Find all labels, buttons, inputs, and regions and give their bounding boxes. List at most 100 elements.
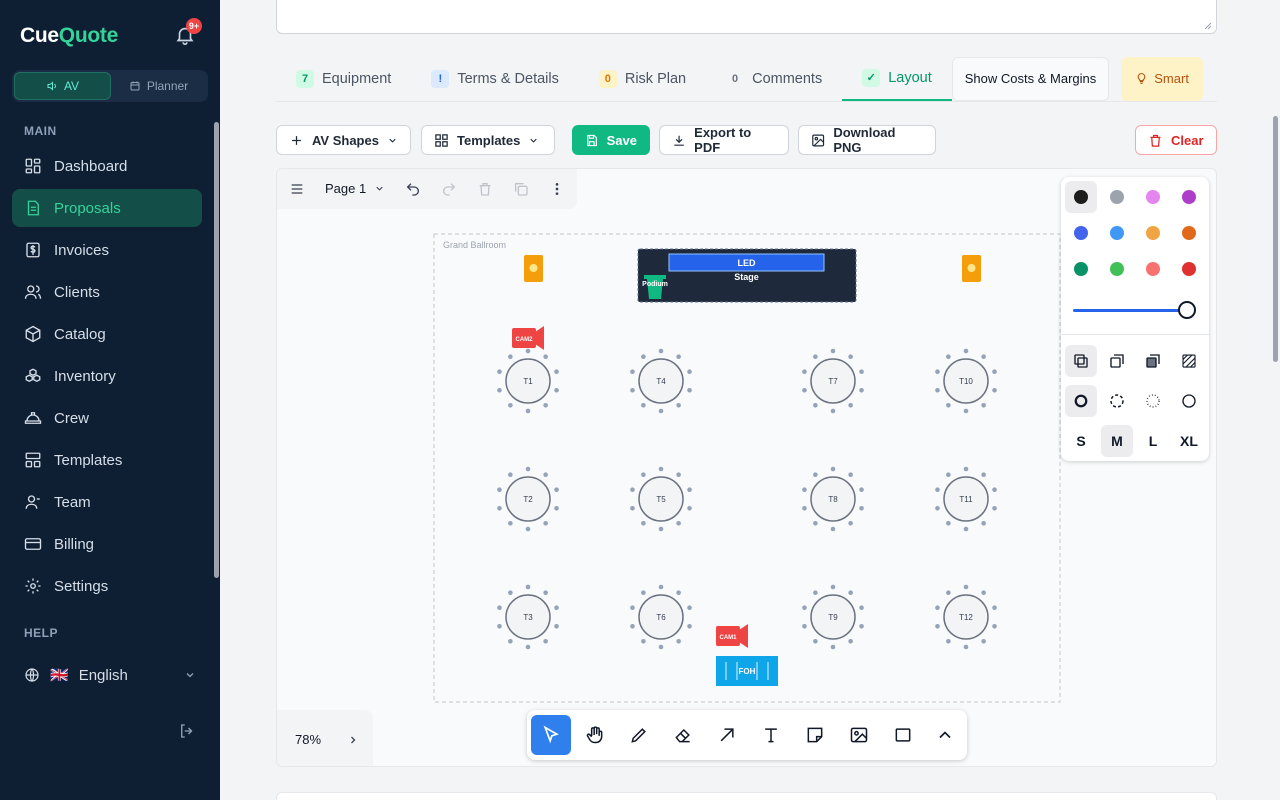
chair[interactable] [981,520,986,526]
chair[interactable] [508,472,513,478]
chair[interactable] [830,466,836,472]
chair[interactable] [554,623,559,629]
chair[interactable] [641,402,646,408]
hand-tool[interactable] [575,715,615,755]
round-table[interactable]: T11 [935,466,997,532]
chair[interactable] [497,387,502,393]
fill-none-button[interactable] [1065,345,1097,377]
chair[interactable] [641,354,646,360]
resize-handle-icon[interactable] [1204,22,1212,30]
chair[interactable] [859,487,864,493]
chair[interactable] [525,644,531,650]
chair[interactable] [658,644,664,650]
chair[interactable] [992,487,997,493]
notes-textarea[interactable] [276,0,1217,34]
chair[interactable] [676,520,681,526]
round-table[interactable]: T7 [802,348,864,414]
chair[interactable] [992,623,997,629]
chair[interactable] [946,402,951,408]
chair[interactable] [935,369,940,375]
sidebar-item-clients[interactable]: Clients [12,273,202,311]
arrow-tool[interactable] [707,715,747,755]
size-m-button[interactable]: M [1101,425,1133,457]
chair[interactable] [630,623,635,629]
chair[interactable] [630,505,635,511]
sidebar-item-settings[interactable]: Settings [12,567,202,605]
light-fixture-right[interactable] [962,255,981,282]
chair[interactable] [802,605,807,611]
light-fixture-left[interactable] [524,255,543,282]
templates-button[interactable]: Templates [421,125,555,155]
app-logo[interactable]: CueQuote [20,24,118,48]
round-table[interactable]: T3 [497,584,559,650]
rectangle-tool[interactable] [883,715,923,755]
chair[interactable] [830,348,836,354]
chair[interactable] [981,638,986,644]
round-table[interactable]: T8 [802,466,864,532]
chair[interactable] [802,369,807,375]
stage[interactable]: LED Stage Podium [637,248,857,303]
chair[interactable] [935,605,940,611]
layout-canvas[interactable]: Grand Ballroom LED Stage Podium CAM2 CAM… [276,168,1217,767]
chair[interactable] [525,408,531,414]
chair[interactable] [963,644,969,650]
av-shapes-button[interactable]: AV Shapes [276,125,411,155]
image-tool[interactable] [839,715,879,755]
chair[interactable] [687,387,692,393]
chair[interactable] [981,472,986,478]
chair[interactable] [992,605,997,611]
color-swatch[interactable] [1101,253,1133,285]
chair[interactable] [658,348,664,354]
round-table[interactable]: T12 [935,584,997,650]
mode-av-button[interactable]: AV [14,72,111,100]
chair[interactable] [813,590,818,596]
chair[interactable] [641,472,646,478]
chair[interactable] [630,387,635,393]
chair[interactable] [859,505,864,511]
eraser-tool[interactable] [663,715,703,755]
color-swatch[interactable] [1065,217,1097,249]
camera-cam1[interactable]: CAM1 [716,624,748,648]
chair[interactable] [830,584,836,590]
round-table[interactable]: T10 [935,348,997,414]
chair[interactable] [963,466,969,472]
pencil-tool[interactable] [619,715,659,755]
chair[interactable] [687,369,692,375]
color-swatch[interactable] [1065,181,1097,213]
chair[interactable] [981,354,986,360]
chair[interactable] [935,487,940,493]
chair[interactable] [830,408,836,414]
clear-button[interactable]: Clear [1135,125,1217,155]
round-table[interactable]: T2 [497,466,559,532]
chair[interactable] [630,605,635,611]
duplicate-icon[interactable] [513,181,529,197]
chair[interactable] [813,402,818,408]
chair[interactable] [813,354,818,360]
size-l-button[interactable]: L [1137,425,1169,457]
chair[interactable] [508,520,513,526]
size-s-button[interactable]: S [1065,425,1097,457]
tab-layout[interactable]: ✓ Layout [842,56,952,101]
chair[interactable] [525,584,531,590]
menu-icon[interactable] [289,181,305,197]
more-tools-button[interactable] [925,715,965,755]
tab-comments[interactable]: 0 Comments [706,56,842,101]
chair[interactable] [981,590,986,596]
sidebar-scrollbar[interactable] [214,122,219,578]
chair[interactable] [543,520,548,526]
chair[interactable] [641,520,646,526]
chair[interactable] [992,369,997,375]
chair[interactable] [676,402,681,408]
chair[interactable] [554,387,559,393]
sidebar-item-proposals[interactable]: Proposals [12,189,202,227]
chair[interactable] [497,369,502,375]
round-table[interactable]: T4 [630,348,692,414]
chair[interactable] [963,348,969,354]
chair[interactable] [813,638,818,644]
sidebar-item-team[interactable]: Team [12,483,202,521]
chair[interactable] [813,520,818,526]
chair[interactable] [554,369,559,375]
logout-icon[interactable] [178,722,196,740]
redo-icon[interactable] [441,181,457,197]
chair[interactable] [525,526,531,532]
